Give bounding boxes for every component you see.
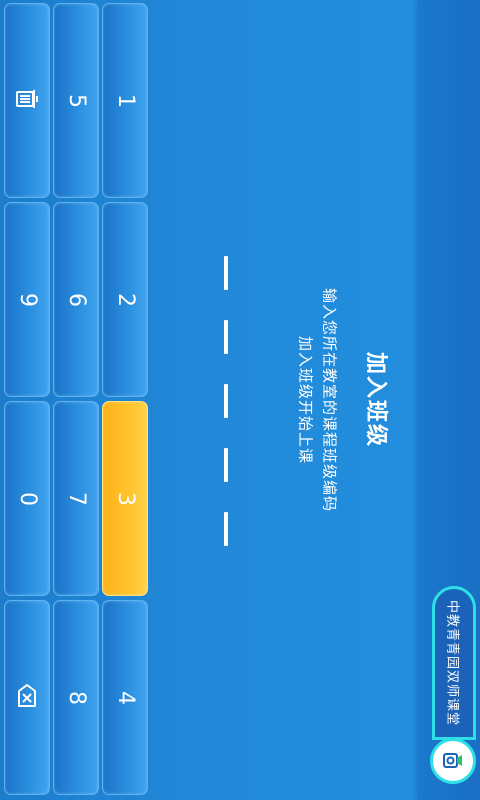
key-7-label: 7 xyxy=(64,491,89,506)
key-0-label: 0 xyxy=(15,491,40,506)
join-class-screen: 中教青青园双师课堂 加入班级 输入您所在教室的课程班级编码 加入班级开始上课 1… xyxy=(0,0,480,800)
key-4-label: 4 xyxy=(113,690,138,705)
brand-badge-text: 中教青青园双师课堂 xyxy=(444,599,460,727)
key-8-label: 8 xyxy=(64,690,89,705)
key-8[interactable]: 8 xyxy=(53,600,99,795)
backspace-button[interactable] xyxy=(4,600,50,795)
key-6[interactable]: 6 xyxy=(53,202,99,397)
key-9[interactable]: 9 xyxy=(4,202,50,397)
key-9-label: 9 xyxy=(15,292,40,307)
code-slot-4 xyxy=(224,448,228,482)
class-code-display xyxy=(224,256,240,546)
key-1-label: 1 xyxy=(113,93,138,108)
key-1[interactable]: 1 xyxy=(102,3,148,198)
key-3[interactable]: 3 xyxy=(102,401,148,596)
numeric-keypad: 1 2 3 4 5 6 7 8 9 0 xyxy=(0,0,150,800)
key-6-label: 6 xyxy=(64,292,89,307)
key-7[interactable]: 7 xyxy=(53,401,99,596)
key-2[interactable]: 2 xyxy=(102,202,148,397)
backspace-icon xyxy=(12,681,42,715)
code-slot-5 xyxy=(224,512,228,546)
code-slot-2 xyxy=(224,320,228,354)
trash-icon xyxy=(12,84,42,118)
clear-button[interactable] xyxy=(4,3,50,198)
camera-speech-logo-icon xyxy=(430,738,476,784)
code-slot-1 xyxy=(224,256,228,290)
instruction-line-1: 输入您所在教室的课程班级编码 xyxy=(320,287,339,513)
key-3-label: 3 xyxy=(113,491,138,506)
brand-badge: 中教青青园双师课堂 xyxy=(432,586,476,740)
instruction-line-2: 加入班级开始上课 xyxy=(296,335,315,465)
code-slot-3 xyxy=(224,384,228,418)
key-2-label: 2 xyxy=(113,292,138,307)
key-4[interactable]: 4 xyxy=(102,600,148,795)
page-title: 加入班级 xyxy=(363,351,388,449)
key-5-label: 5 xyxy=(64,93,89,108)
key-5[interactable]: 5 xyxy=(53,3,99,198)
key-0[interactable]: 0 xyxy=(4,401,50,596)
